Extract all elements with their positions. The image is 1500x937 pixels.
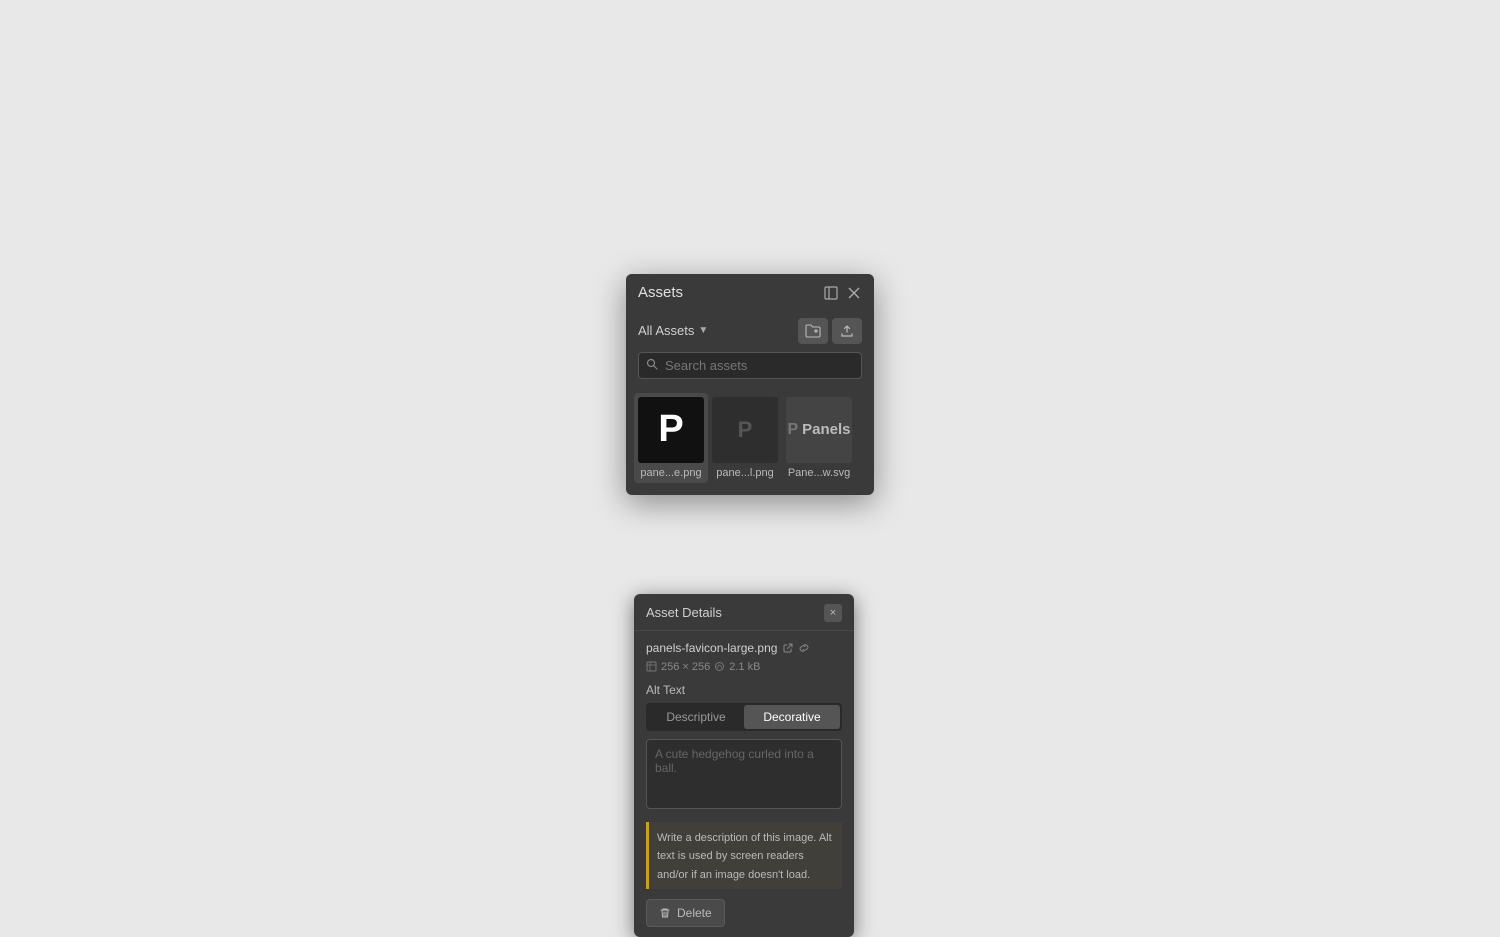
- asset-preview: P: [712, 397, 778, 463]
- dropdown-arrow-icon: ▼: [698, 325, 708, 336]
- list-item[interactable]: P Panels Pane...w.svg: [782, 393, 856, 483]
- hint-box: Write a description of this image. Alt t…: [646, 822, 842, 890]
- p-icon: P: [738, 417, 753, 443]
- list-item[interactable]: P pane...e.png: [634, 393, 708, 483]
- copy-link-button[interactable]: [799, 643, 809, 653]
- tab-descriptive[interactable]: Descriptive: [648, 705, 744, 729]
- panel-title: Assets: [638, 284, 683, 301]
- asset-details-panel: Asset Details × panels-favicon-large.png: [634, 594, 854, 937]
- close-panel-button[interactable]: [846, 285, 862, 301]
- asset-thumbnail: P Panels: [786, 397, 852, 463]
- file-name-label: panels-favicon-large.png: [646, 641, 777, 655]
- file-size-label: 2.1 kB: [729, 661, 760, 673]
- file-name-row: panels-favicon-large.png: [646, 641, 842, 655]
- asset-filename-label: Pane...w.svg: [786, 467, 852, 479]
- details-close-icon: ×: [830, 607, 836, 619]
- details-header: Asset Details ×: [634, 594, 854, 631]
- file-size-icon: [714, 661, 725, 672]
- delete-button[interactable]: Delete: [646, 899, 725, 927]
- search-wrapper: [638, 352, 862, 379]
- external-link-icon: [783, 643, 793, 653]
- asset-thumbnail: P: [638, 397, 704, 463]
- asset-filename-label: pane...e.png: [638, 467, 704, 479]
- panels-svg-preview: P Panels: [787, 421, 850, 439]
- tab-decorative[interactable]: Decorative: [744, 705, 840, 729]
- expand-icon: [824, 286, 838, 300]
- asset-preview: P: [638, 397, 704, 463]
- all-assets-dropdown[interactable]: All Assets ▼: [638, 323, 708, 338]
- close-icon: [848, 287, 860, 299]
- asset-preview: P Panels: [786, 397, 852, 463]
- external-link-button[interactable]: [783, 643, 793, 653]
- assets-panel: Assets All Assets: [626, 274, 874, 495]
- panel-header-icons: [822, 284, 862, 302]
- upload-button[interactable]: [832, 318, 862, 344]
- alt-text-tabs: Descriptive Decorative: [646, 703, 842, 731]
- search-row: [626, 352, 874, 389]
- file-meta: 256 × 256 2.1 kB: [646, 661, 842, 673]
- p-icon: P: [658, 408, 683, 451]
- delete-label: Delete: [677, 906, 712, 920]
- all-assets-label: All Assets: [638, 323, 694, 338]
- dimensions-icon: [646, 661, 657, 672]
- link-icon: [799, 643, 809, 653]
- search-input[interactable]: [638, 352, 862, 379]
- details-body: panels-favicon-large.png: [634, 631, 854, 937]
- add-folder-icon: [805, 324, 821, 338]
- asset-thumbnail: P: [712, 397, 778, 463]
- upload-icon: [840, 324, 854, 338]
- details-title: Asset Details: [646, 605, 722, 620]
- toolbar-row: All Assets ▼: [626, 312, 874, 352]
- details-close-button[interactable]: ×: [824, 604, 842, 622]
- hint-text: Write a description of this image. Alt t…: [657, 832, 832, 881]
- panel-header: Assets: [626, 274, 874, 312]
- asset-filename-label: pane...l.png: [712, 467, 778, 479]
- list-item[interactable]: P pane...l.png: [708, 393, 782, 483]
- add-folder-button[interactable]: [798, 318, 828, 344]
- alt-text-label: Alt Text: [646, 683, 842, 697]
- expand-panel-button[interactable]: [822, 284, 840, 302]
- trash-icon: [659, 907, 671, 919]
- dimensions-label: 256 × 256: [661, 661, 710, 673]
- alt-text-input[interactable]: [646, 739, 842, 809]
- asset-grid: P pane...e.png P pane...l.png: [626, 389, 874, 495]
- toolbar-actions: [798, 318, 862, 344]
- search-icon: [646, 358, 658, 373]
